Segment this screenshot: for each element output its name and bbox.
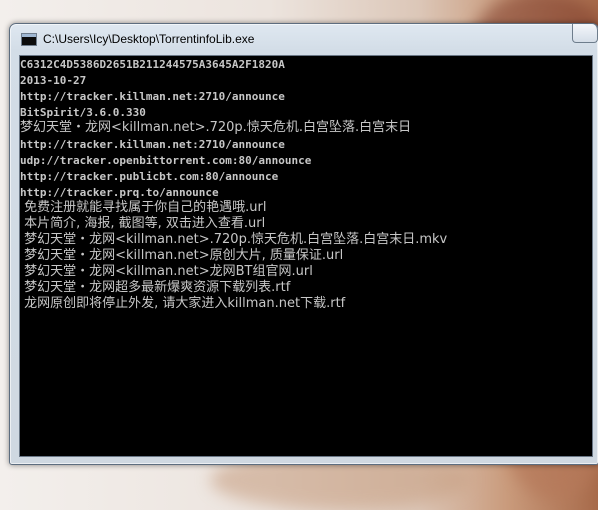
close-button[interactable] xyxy=(572,24,598,43)
console-line-torrent-name: 梦幻天堂・龙网<killman.net>.720p.惊天危机.白宫坠落.白宫末日 xyxy=(20,120,412,135)
console-line-file: 梦幻天堂・龙网<killman.net>原创大片, 质量保证.url xyxy=(20,248,344,263)
console-line-tracker: http://tracker.publicbt.com:80/announce xyxy=(20,170,279,183)
console-line-client: BitSpirit/3.6.0.330 xyxy=(20,106,146,119)
console-line-announce: http://tracker.killman.net:2710/announce xyxy=(20,90,285,103)
console-line-date: 2013-10-27 xyxy=(20,74,87,87)
console-app-icon[interactable] xyxy=(21,33,37,46)
console-line-file: 梦幻天堂・龙网<killman.net>.720p.惊天危机.白宫坠落.白宫末日… xyxy=(20,232,448,247)
title-bar[interactable]: C:\Users\Icy\Desktop\TorrentinfoLib.exe xyxy=(10,24,598,54)
console-line-file: 本片简介, 海报, 截图等, 双击进入查看.url xyxy=(20,216,266,231)
console-line-tracker: udp://tracker.openbittorrent.com:80/anno… xyxy=(20,154,312,167)
console-line-file: 免费注册就能寻找属于你自己的艳遇哦.url xyxy=(20,200,267,215)
console-line-file: 梦幻天堂・龙网<killman.net>龙网BT组官网.url xyxy=(20,264,313,279)
console-line-file: 龙网原创即将停止外发, 请大家进入killman.net下载.rtf xyxy=(20,296,346,311)
console-line-tracker: http://tracker.killman.net:2710/announce xyxy=(20,138,285,151)
window-title: C:\Users\Icy\Desktop\TorrentinfoLib.exe xyxy=(43,32,255,46)
console-line-file: 梦幻天堂・龙网超多最新爆爽资源下载列表.rtf xyxy=(20,280,291,295)
console-output[interactable]: C6312C4D5386D2651B211244575A3645A2F1820A… xyxy=(19,55,593,457)
console-line-tracker: http://tracker.prq.to/announce xyxy=(20,186,219,199)
console-line-hash: C6312C4D5386D2651B211244575A3645A2F1820A xyxy=(20,58,285,71)
console-window[interactable]: C:\Users\Icy\Desktop\TorrentinfoLib.exe … xyxy=(9,23,598,465)
